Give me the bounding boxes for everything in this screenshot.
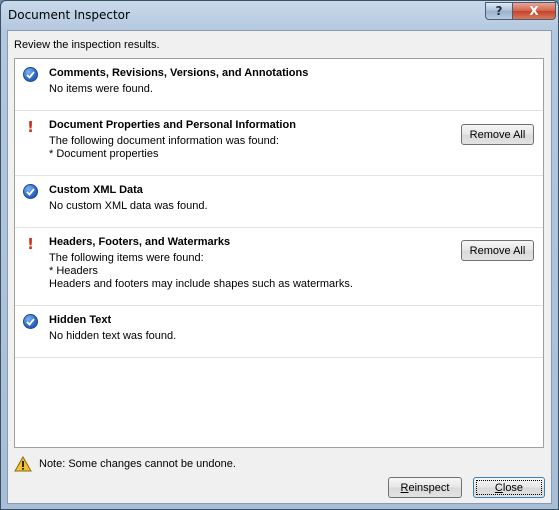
window-close-button[interactable]: X [512,2,556,20]
review-label: Review the inspection results. [14,39,160,51]
result-body: No items were found. [49,83,153,96]
dialog-client-area: Review the inspection results. Comments,… [7,30,552,504]
close-button[interactable]: Close [473,477,545,498]
result-line: * Headers [49,265,98,277]
result-heading: Custom XML Data [49,184,143,196]
undo-note: Note: Some changes cannot be undone. [14,456,236,472]
result-line: No hidden text was found. [49,330,177,342]
result-line: * Document properties [49,148,159,160]
result-body: The following document information was f… [49,135,279,161]
result-heading: Headers, Footers, and Watermarks [49,236,231,248]
result-comments-revisions: Comments, Revisions, Versions, and Annot… [15,59,543,111]
result-custom-xml: Custom XML Data No custom XML data was f… [15,176,543,228]
check-icon [23,67,38,82]
remove-all-document-properties-button[interactable]: Remove All [461,124,534,145]
result-body: No hidden text was found. [49,330,176,343]
result-body: The following items were found: * Header… [49,252,353,291]
result-document-properties: ! Document Properties and Personal Infor… [15,111,543,176]
result-line: No items were found. [49,83,153,95]
result-heading: Hidden Text [49,314,112,326]
window-title: Document Inspector [8,8,130,22]
check-icon [23,184,38,199]
result-headers-footers: ! Headers, Footers, and Watermarks The f… [15,228,543,306]
result-line: No custom XML data was found. [49,200,208,212]
result-line: Headers and footers may include shapes s… [49,278,353,290]
remove-all-headers-footers-button[interactable]: Remove All [461,240,534,261]
reinspect-button[interactable]: Reinspect [388,477,462,498]
help-button[interactable]: ? [485,2,513,20]
result-heading: Document Properties and Personal Informa… [49,119,296,131]
alert-icon: ! [27,117,34,136]
title-bar[interactable]: Document Inspector ? X [1,1,558,29]
alert-icon: ! [27,234,34,253]
result-hidden-text: Hidden Text No hidden text was found. [15,306,543,358]
check-icon [23,314,38,329]
focus-ring [476,480,542,495]
reinspect-label: Reinspect [400,481,450,494]
result-line: The following document information was f… [49,135,279,147]
result-line: The following items were found: [49,252,204,264]
note-text: Note: Some changes cannot be undone. [39,458,236,470]
result-heading: Comments, Revisions, Versions, and Annot… [49,67,309,79]
document-inspector-window: Document Inspector ? X Review the inspec… [0,0,559,510]
result-body: No custom XML data was found. [49,200,208,213]
warning-icon [14,456,32,472]
results-list: Comments, Revisions, Versions, and Annot… [14,58,544,448]
